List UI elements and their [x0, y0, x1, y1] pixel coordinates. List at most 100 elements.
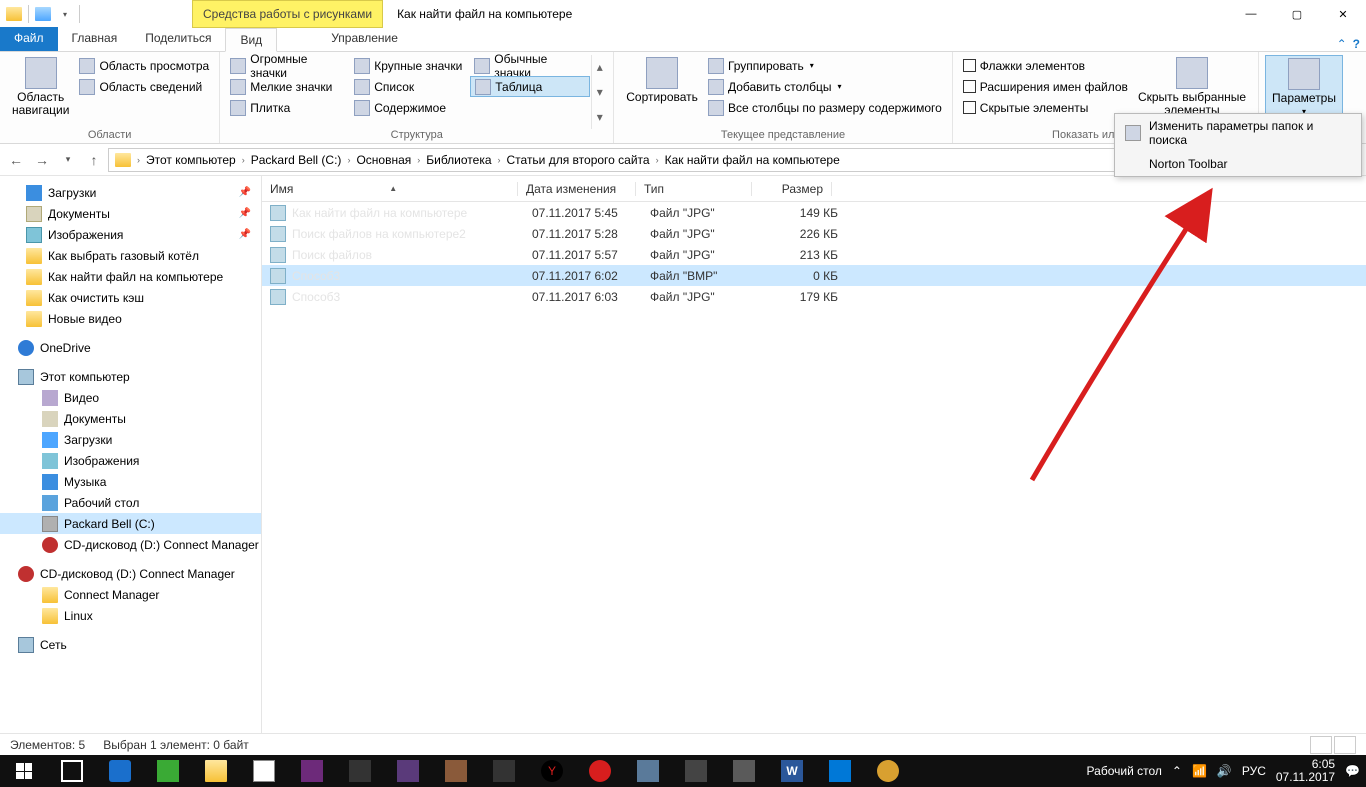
tree-folder-boiler[interactable]: Как выбрать газовый котёл [0, 245, 261, 266]
start-button[interactable] [0, 755, 48, 787]
size-columns-button[interactable]: Все столбцы по размеру содержимого [704, 97, 946, 118]
taskbar-opera[interactable] [576, 755, 624, 787]
file-row[interactable]: Поиск файлов07.11.2017 5:57Файл "JPG"213… [262, 244, 1366, 265]
taskbar-app5[interactable] [432, 755, 480, 787]
close-button[interactable]: ✕ [1320, 0, 1366, 28]
col-size[interactable]: Размер [752, 182, 832, 196]
dropdown-change-folder-options[interactable]: Изменить параметры папок и поиска [1115, 114, 1361, 152]
details-pane-button[interactable]: Область сведений [75, 76, 213, 97]
breadcrumb-segment[interactable]: Этот компьютер [142, 153, 240, 167]
tree-video[interactable]: Видео [0, 387, 261, 408]
tree-pc-documents[interactable]: Документы [0, 408, 261, 429]
col-name[interactable]: Имя▲ [262, 182, 518, 196]
taskbar-store[interactable] [240, 755, 288, 787]
taskbar-app3[interactable] [336, 755, 384, 787]
breadcrumb-segment[interactable]: Как найти файл на компьютере [661, 153, 844, 167]
nav-history-dropdown[interactable]: ▾ [56, 148, 80, 172]
taskbar-paint[interactable] [864, 755, 912, 787]
tree-pc-pictures[interactable]: Изображения [0, 450, 261, 471]
tree-linux[interactable]: Linux [0, 605, 261, 626]
taskbar-app8[interactable] [672, 755, 720, 787]
nav-up-button[interactable]: ↑ [82, 148, 106, 172]
tree-pictures[interactable]: Изображения📌 [0, 224, 261, 245]
quick-folder-icon-blue[interactable] [33, 4, 53, 24]
view-mode-thumbnails[interactable] [1334, 736, 1356, 754]
tab-view[interactable]: Вид [225, 28, 277, 52]
sort-button[interactable]: Сортировать [620, 55, 704, 129]
view-large[interactable]: Крупные значки [350, 55, 470, 76]
tab-home[interactable]: Главная [58, 27, 132, 51]
tray-notifications-icon[interactable]: 💬 [1345, 764, 1360, 778]
tab-file[interactable]: Файл [0, 27, 58, 51]
taskbar-app6[interactable] [480, 755, 528, 787]
taskbar-app7[interactable] [624, 755, 672, 787]
tree-pc-desktop[interactable]: Рабочий стол [0, 492, 261, 513]
taskbar-app2[interactable] [288, 755, 336, 787]
tree-onedrive[interactable]: OneDrive [0, 337, 261, 358]
tree-cd-root[interactable]: CD-дисковод (D:) Connect Manager [0, 563, 261, 584]
preview-pane-button[interactable]: Область просмотра [75, 55, 213, 76]
tray-volume-icon[interactable]: 🔊 [1217, 764, 1232, 778]
tree-downloads[interactable]: Загрузки📌 [0, 182, 261, 203]
col-type[interactable]: Тип [636, 182, 752, 196]
tree-this-pc[interactable]: Этот компьютер [0, 366, 261, 387]
tree-documents[interactable]: Документы📌 [0, 203, 261, 224]
file-extensions-toggle[interactable]: Расширения имен файлов [959, 76, 1132, 97]
view-list[interactable]: Список [350, 76, 470, 97]
view-extra-large[interactable]: Огромные значки [226, 55, 350, 76]
tree-pc-downloads[interactable]: Загрузки [0, 429, 261, 450]
tree-drive-d[interactable]: CD-дисковод (D:) Connect Manager [0, 534, 261, 555]
task-view-button[interactable] [48, 755, 96, 787]
tree-drive-c[interactable]: Packard Bell (C:) [0, 513, 261, 534]
taskbar-app[interactable] [144, 755, 192, 787]
taskbar-explorer[interactable] [192, 755, 240, 787]
nav-forward-button[interactable]: → [30, 148, 54, 172]
taskbar-word[interactable]: W [768, 755, 816, 787]
nav-back-button[interactable]: ← [4, 148, 28, 172]
tree-folder-clearcache[interactable]: Как очистить кэш [0, 287, 261, 308]
taskbar-app9[interactable] [720, 755, 768, 787]
taskbar-settings[interactable] [816, 755, 864, 787]
tree-folder-findfile[interactable]: Как найти файл на компьютере [0, 266, 261, 287]
tree-folder-newvideos[interactable]: Новые видео [0, 308, 261, 329]
file-row[interactable]: Как найти файл на компьютере07.11.2017 5… [262, 202, 1366, 223]
tab-share[interactable]: Поделиться [131, 27, 225, 51]
breadcrumb-segment[interactable]: Библиотека [422, 153, 495, 167]
taskbar-edge[interactable] [96, 755, 144, 787]
quick-folder-icon[interactable] [4, 4, 24, 24]
view-content[interactable]: Содержимое [350, 97, 470, 118]
collapse-ribbon-icon[interactable]: ⌃ [1337, 37, 1347, 51]
layout-expand[interactable]: ▾ [597, 110, 603, 124]
layout-scroll-down[interactable]: ▾ [597, 85, 603, 99]
breadcrumb-segment[interactable]: Статьи для второго сайта [503, 153, 654, 167]
view-tiles[interactable]: Плитка [226, 97, 350, 118]
view-table[interactable]: Таблица [470, 76, 590, 97]
tray-chevron-icon[interactable]: ⌃ [1172, 764, 1182, 778]
tray-language[interactable]: РУС [1242, 764, 1266, 778]
navigation-pane-button[interactable]: Область навигации [6, 55, 75, 129]
col-date[interactable]: Дата изменения [518, 182, 636, 196]
view-mode-details[interactable] [1310, 736, 1332, 754]
tray-clock[interactable]: 6:0507.11.2017 [1276, 758, 1335, 784]
tab-manage[interactable]: Управление [317, 27, 412, 51]
tree-network[interactable]: Сеть [0, 634, 261, 655]
add-columns-button[interactable]: Добавить столбцы▾ [704, 76, 946, 97]
breadcrumb-segment[interactable]: Packard Bell (C:) [247, 153, 346, 167]
help-icon[interactable]: ? [1353, 37, 1360, 51]
layout-scroll-up[interactable]: ▴ [597, 60, 603, 74]
view-small[interactable]: Мелкие значки [226, 76, 350, 97]
view-normal[interactable]: Обычные значки [470, 55, 590, 76]
taskbar-show-desktop-label[interactable]: Рабочий стол [1087, 764, 1162, 778]
breadcrumb-segment[interactable]: Основная [352, 153, 415, 167]
file-row[interactable]: Способ307.11.2017 6:03Файл "JPG"179 КБ [262, 286, 1366, 307]
taskbar-app4[interactable] [384, 755, 432, 787]
maximize-button[interactable]: ▢ [1274, 0, 1320, 28]
tray-network-icon[interactable]: 📶 [1192, 764, 1207, 778]
file-row[interactable]: Способ307.11.2017 6:02Файл "BMP"0 КБ [262, 265, 1366, 286]
file-row[interactable]: Поиск файлов на компьютере207.11.2017 5:… [262, 223, 1366, 244]
minimize-button[interactable]: — [1228, 0, 1274, 28]
tree-pc-music[interactable]: Музыка [0, 471, 261, 492]
group-by-button[interactable]: Группировать▾ [704, 55, 946, 76]
item-checkboxes-toggle[interactable]: Флажки элементов [959, 55, 1132, 76]
dropdown-norton-toolbar[interactable]: Norton Toolbar [1115, 152, 1361, 176]
